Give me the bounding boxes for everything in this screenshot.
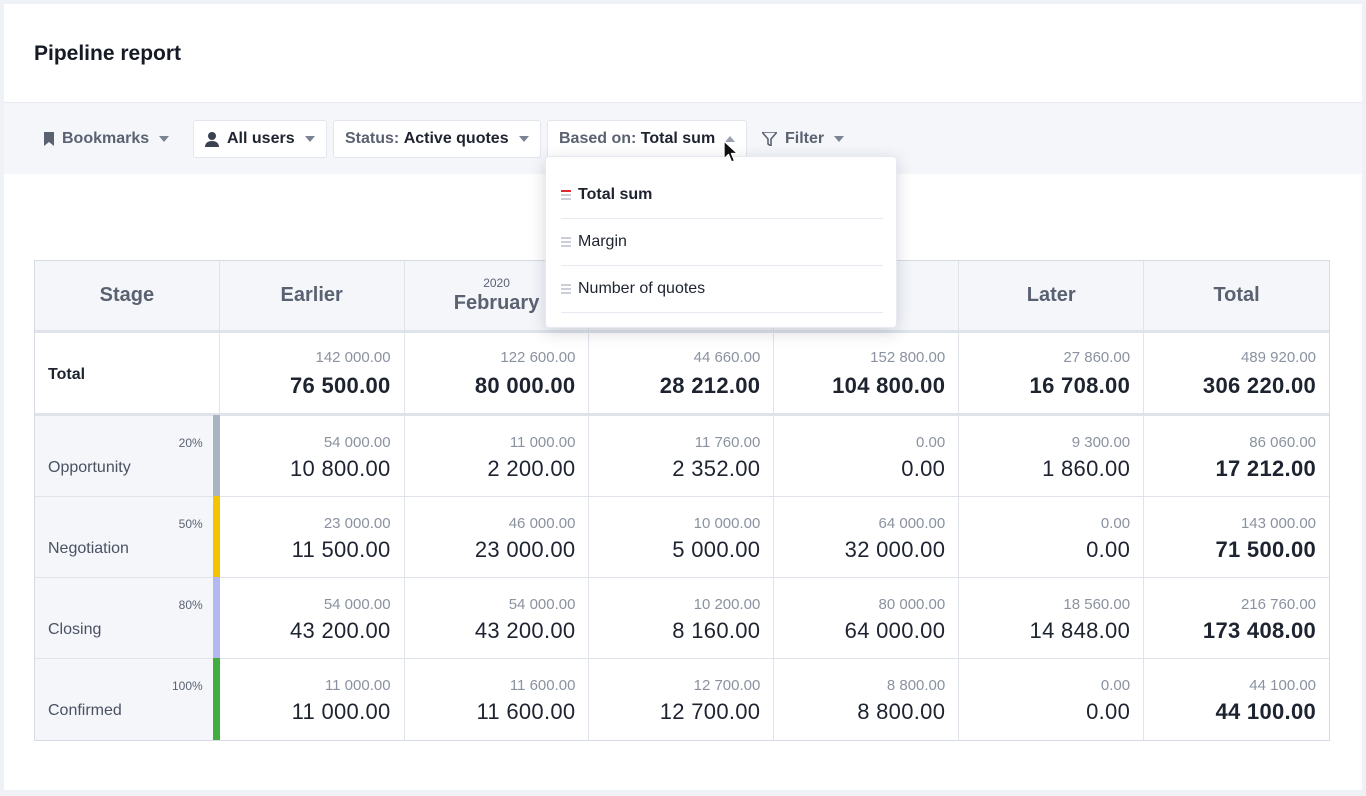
based-on-dropdown-menu: Total sum Margin Number of quotes — [545, 156, 897, 328]
stage-name: Negotiation — [48, 540, 129, 557]
stage-row-confirmed: 100% Confirmed 11 000.00 11 000.00 11 600… — [35, 658, 1329, 740]
value-cell[interactable]: 80 000.00 64 000.00 — [774, 578, 960, 658]
header-month: February — [453, 292, 540, 314]
total-cell[interactable]: 44 660.00 28 212.00 — [589, 333, 775, 413]
value-cell[interactable]: 11 000.00 11 000.00 — [220, 659, 405, 740]
dropdown-item-label: Number of quotes — [578, 280, 706, 297]
chevron-down-icon — [304, 136, 315, 142]
chevron-down-icon — [159, 136, 170, 142]
based-on-prefix: Based on: — [559, 130, 637, 147]
dropdown-item-label: Margin — [578, 233, 627, 250]
value-cell[interactable]: 0.00 0.00 — [959, 497, 1145, 577]
total-label: Total — [48, 366, 86, 383]
stage-cell: 20% Opportunity — [35, 415, 220, 496]
stage-name: Confirmed — [48, 702, 122, 719]
header-earlier: Earlier — [220, 261, 405, 330]
total-cell[interactable]: 152 800.00 104 800.00 — [774, 333, 960, 413]
total-label-cell: Total — [35, 333, 220, 413]
dropdown-item-label: Total sum — [578, 186, 653, 203]
stage-row-opportunity: 20% Opportunity 54 000.00 10 800.00 11 00… — [35, 415, 1329, 497]
status-prefix: Status: — [345, 130, 400, 147]
status-value: Active quotes — [403, 130, 509, 147]
stage-total-cell[interactable]: 44 100.00 44 100.00 — [1144, 659, 1329, 740]
stage-row-closing: 80% Closing 54 000.00 43 200.00 54 000.00… — [35, 577, 1329, 659]
header-total: Total — [1213, 284, 1260, 306]
value-cell[interactable]: 18 560.00 14 848.00 — [959, 578, 1145, 658]
document-icon — [561, 236, 571, 248]
total-cell[interactable]: 27 860.00 16 708.00 — [959, 333, 1145, 413]
stage-total-cell[interactable]: 216 760.00 173 408.00 — [1144, 578, 1329, 658]
header-stage: Stage — [35, 261, 220, 330]
status-selector[interactable]: Status: Active quotes — [333, 120, 541, 158]
stage-percent: 20% — [178, 436, 203, 450]
document-icon — [561, 283, 571, 295]
bookmark-icon — [44, 132, 54, 146]
stage-row-negotiation: 50% Negotiation 23 000.00 11 500.00 46 00… — [35, 496, 1329, 578]
pipeline-table: Stage Earlier 2020 February Later Total … — [34, 260, 1330, 741]
value-cell[interactable]: 0.00 0.00 — [774, 416, 960, 496]
value-cell[interactable]: 0.00 0.00 — [959, 659, 1145, 740]
users-label: All users — [227, 130, 295, 147]
value-cell[interactable]: 23 000.00 11 500.00 — [220, 497, 405, 577]
value-cell[interactable]: 11 000.00 2 200.00 — [405, 416, 590, 496]
stage-percent: 100% — [171, 679, 203, 693]
stage-cell: 80% Closing — [35, 577, 220, 658]
stage-color-bar — [212, 577, 220, 658]
total-row: Total 142 000.00 76 500.00 122 600.00 80 0… — [35, 333, 1329, 416]
stage-name: Opportunity — [48, 459, 131, 476]
bookmarks-label: Bookmarks — [62, 130, 150, 147]
total-cell[interactable]: 489 920.00 306 220.00 — [1144, 333, 1329, 413]
value-cell[interactable]: 9 300.00 1 860.00 — [959, 416, 1145, 496]
bookmarks-button[interactable]: Bookmarks — [44, 120, 170, 158]
stage-total-cell[interactable]: 86 060.00 17 212.00 — [1144, 416, 1329, 496]
document-icon — [561, 189, 571, 201]
filter-label: Filter — [785, 130, 825, 147]
value-cell[interactable]: 11 600.00 11 600.00 — [405, 659, 590, 740]
value-cell[interactable]: 8 800.00 8 800.00 — [774, 659, 960, 740]
stage-color-bar — [212, 415, 220, 496]
filter-icon — [762, 132, 777, 146]
value-cell[interactable]: 54 000.00 43 200.00 — [220, 578, 405, 658]
chevron-down-icon — [518, 136, 529, 142]
stage-cell: 100% Confirmed — [35, 658, 220, 740]
total-cell[interactable]: 122 600.00 80 000.00 — [405, 333, 590, 413]
total-cell[interactable]: 142 000.00 76 500.00 — [220, 333, 405, 413]
dropdown-item-total-sum[interactable]: Total sum — [561, 172, 883, 219]
value-cell[interactable]: 12 700.00 12 700.00 — [589, 659, 775, 740]
stage-total-cell[interactable]: 143 000.00 71 500.00 — [1144, 497, 1329, 577]
stage-color-bar — [212, 496, 220, 577]
filter-button[interactable]: Filter — [762, 120, 845, 158]
report-page: Pipeline report Bookmarks All users Stat… — [4, 4, 1362, 790]
based-on-value: Total sum — [640, 130, 716, 147]
header-year: 2020 — [483, 276, 510, 290]
value-cell[interactable]: 11 760.00 2 352.00 — [589, 416, 775, 496]
value-cell[interactable]: 10 200.00 8 160.00 — [589, 578, 775, 658]
based-on-selector[interactable]: Based on: Total sum — [547, 120, 748, 158]
value-cell[interactable]: 54 000.00 10 800.00 — [220, 416, 405, 496]
stage-cell: 50% Negotiation — [35, 496, 220, 577]
users-selector[interactable]: All users — [193, 120, 327, 158]
page-title: Pipeline report — [34, 42, 182, 65]
stage-color-bar — [212, 658, 220, 740]
value-cell[interactable]: 46 000.00 23 000.00 — [405, 497, 590, 577]
dropdown-item-margin[interactable]: Margin — [561, 219, 883, 266]
stage-name: Closing — [48, 621, 102, 638]
stage-percent: 50% — [178, 517, 203, 531]
value-cell[interactable]: 54 000.00 43 200.00 — [405, 578, 590, 658]
user-icon — [205, 131, 219, 147]
dropdown-item-number-of-quotes[interactable]: Number of quotes — [561, 266, 883, 313]
stage-percent: 80% — [178, 598, 203, 612]
header-later: Later — [959, 261, 1145, 330]
mouse-cursor-icon — [723, 140, 739, 163]
value-cell[interactable]: 64 000.00 32 000.00 — [774, 497, 960, 577]
value-cell[interactable]: 10 000.00 5 000.00 — [589, 497, 775, 577]
chevron-down-icon — [834, 136, 845, 142]
